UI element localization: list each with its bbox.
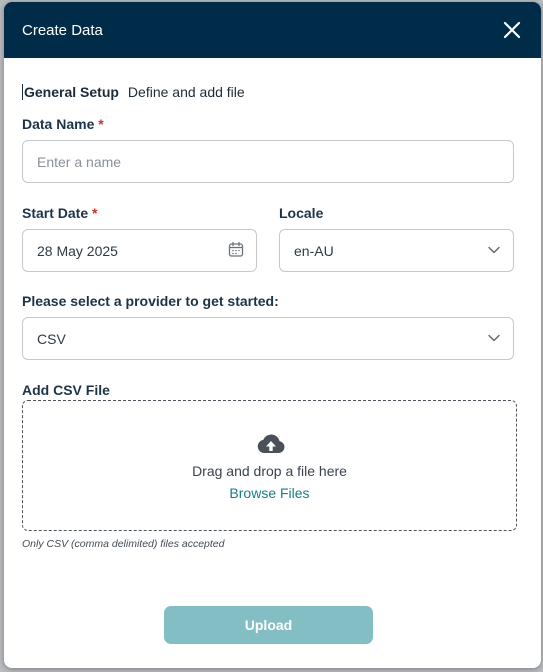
- locale-label: Locale: [279, 205, 323, 221]
- dialog-header: Create Data: [4, 2, 541, 58]
- start-date-value: 28 May 2025: [37, 242, 118, 259]
- step-tabs: General Setup Define and add file: [22, 84, 245, 100]
- required-mark: *: [98, 116, 104, 132]
- locale-label-text: Locale: [279, 205, 324, 221]
- start-date-field[interactable]: 28 May 2025: [22, 229, 257, 272]
- chevron-down-icon: [487, 242, 501, 259]
- file-dropzone[interactable]: Drag and drop a file here Browse Files: [22, 400, 517, 531]
- dropzone-text: Drag and drop a file here: [192, 463, 347, 479]
- data-name-label-text: Data Name: [22, 116, 95, 132]
- tab-define-and-add-file[interactable]: Define and add file: [128, 84, 245, 100]
- chevron-down-icon: [487, 330, 501, 347]
- dialog-title: Create Data: [22, 21, 103, 39]
- start-date-label: Start Date *: [22, 205, 97, 221]
- browse-files-link[interactable]: Browse Files: [23, 485, 516, 501]
- provider-label: Please select a provider to get started:: [22, 293, 279, 309]
- data-name-label: Data Name *: [22, 116, 104, 132]
- close-icon[interactable]: [501, 19, 523, 41]
- add-file-label: Add CSV File: [22, 382, 110, 398]
- tab-general-setup[interactable]: General Setup: [22, 84, 119, 100]
- provider-value: CSV: [37, 330, 66, 347]
- data-name-placeholder: Enter a name: [37, 153, 122, 170]
- provider-select[interactable]: CSV: [22, 317, 514, 360]
- add-file-label-text: Add CSV File: [22, 382, 110, 398]
- cloud-upload-icon: [256, 433, 286, 462]
- required-mark: *: [92, 205, 98, 221]
- locale-value: en-AU: [294, 242, 334, 259]
- file-type-hint: Only CSV (comma delimited) files accepte…: [22, 538, 225, 550]
- data-name-input[interactable]: Enter a name: [22, 140, 514, 183]
- locale-select[interactable]: en-AU: [279, 229, 514, 272]
- calendar-icon[interactable]: [228, 241, 244, 260]
- provider-label-text: Please select a provider to get started:: [22, 293, 279, 309]
- upload-button[interactable]: Upload: [164, 606, 373, 644]
- start-date-label-text: Start Date: [22, 205, 89, 221]
